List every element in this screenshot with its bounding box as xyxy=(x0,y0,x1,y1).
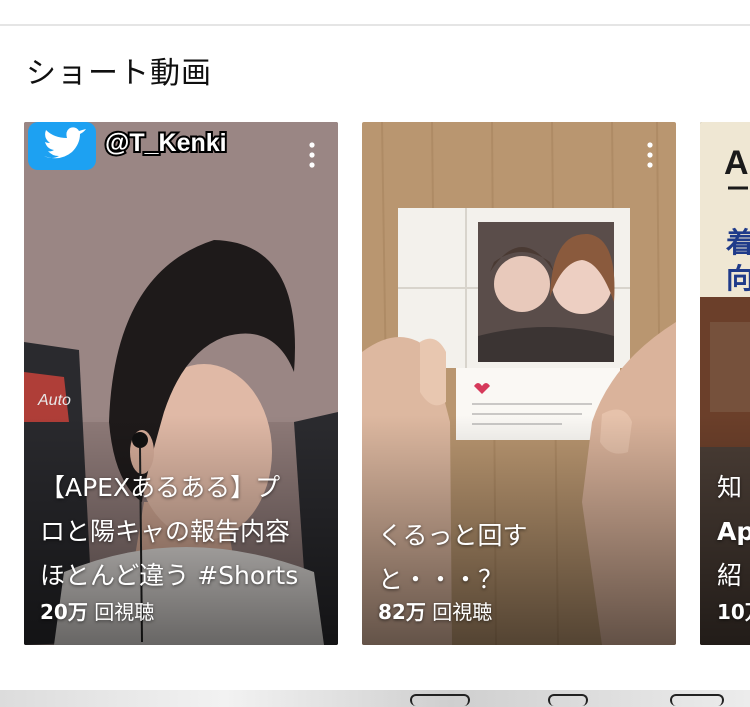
short-title: 【APEXあるある】プ ロと陽キャの報告内容 ほとんど違う #Shorts xyxy=(40,466,322,598)
title-line: くるっと回す xyxy=(378,521,528,550)
title-line: 紹 xyxy=(717,561,743,590)
top-divider xyxy=(0,24,750,26)
thumb-shape xyxy=(548,694,588,706)
next-section-thumbnail[interactable] xyxy=(0,690,750,707)
short-card[interactable]: Auto @T_Kenki 【APEXあるある】プ ロと陽キャの報告内容 ほとん… xyxy=(24,122,338,645)
title-line: ほとんど違う #Shorts xyxy=(40,561,299,590)
view-count: 20万 回視聴 xyxy=(40,600,155,624)
title-line: 【APEXあるある】プ xyxy=(40,473,281,502)
short-card[interactable]: A 着 向 知 Ap 紹 10万 xyxy=(700,122,750,645)
short-card[interactable]: くるっと回す と・・・？ 82万 回視聴 xyxy=(362,122,676,645)
title-line: と・・・？ xyxy=(378,565,504,594)
thumb-shape xyxy=(670,694,724,706)
more-vertical-icon xyxy=(309,142,315,168)
more-options-button[interactable] xyxy=(638,140,662,170)
title-line: ロと陽キャの報告内容 xyxy=(40,517,291,546)
more-options-button[interactable] xyxy=(300,140,324,170)
more-vertical-icon xyxy=(647,142,653,168)
thumb-shape xyxy=(410,694,470,706)
title-line: Ap xyxy=(717,517,750,546)
overlay-handle: @T_Kenki xyxy=(105,129,227,157)
chair-logo: Auto xyxy=(37,392,71,409)
view-count: 10万 xyxy=(717,600,750,624)
section-title: ショート動画 xyxy=(26,56,212,91)
thumb-text: 向 xyxy=(726,263,750,294)
thumb-text: 着 xyxy=(725,226,750,258)
shorts-shelf: Auto @T_Kenki 【APEXあるある】プ ロと陽キャの報告内容 ほとん… xyxy=(0,122,750,645)
short-title: くるっと回す と・・・？ xyxy=(378,514,568,602)
view-count: 82万 回視聴 xyxy=(378,600,493,624)
title-line: 知 xyxy=(717,473,743,502)
thumb-text: A xyxy=(724,144,749,182)
short-title: 知 Ap 紹 xyxy=(717,466,750,598)
